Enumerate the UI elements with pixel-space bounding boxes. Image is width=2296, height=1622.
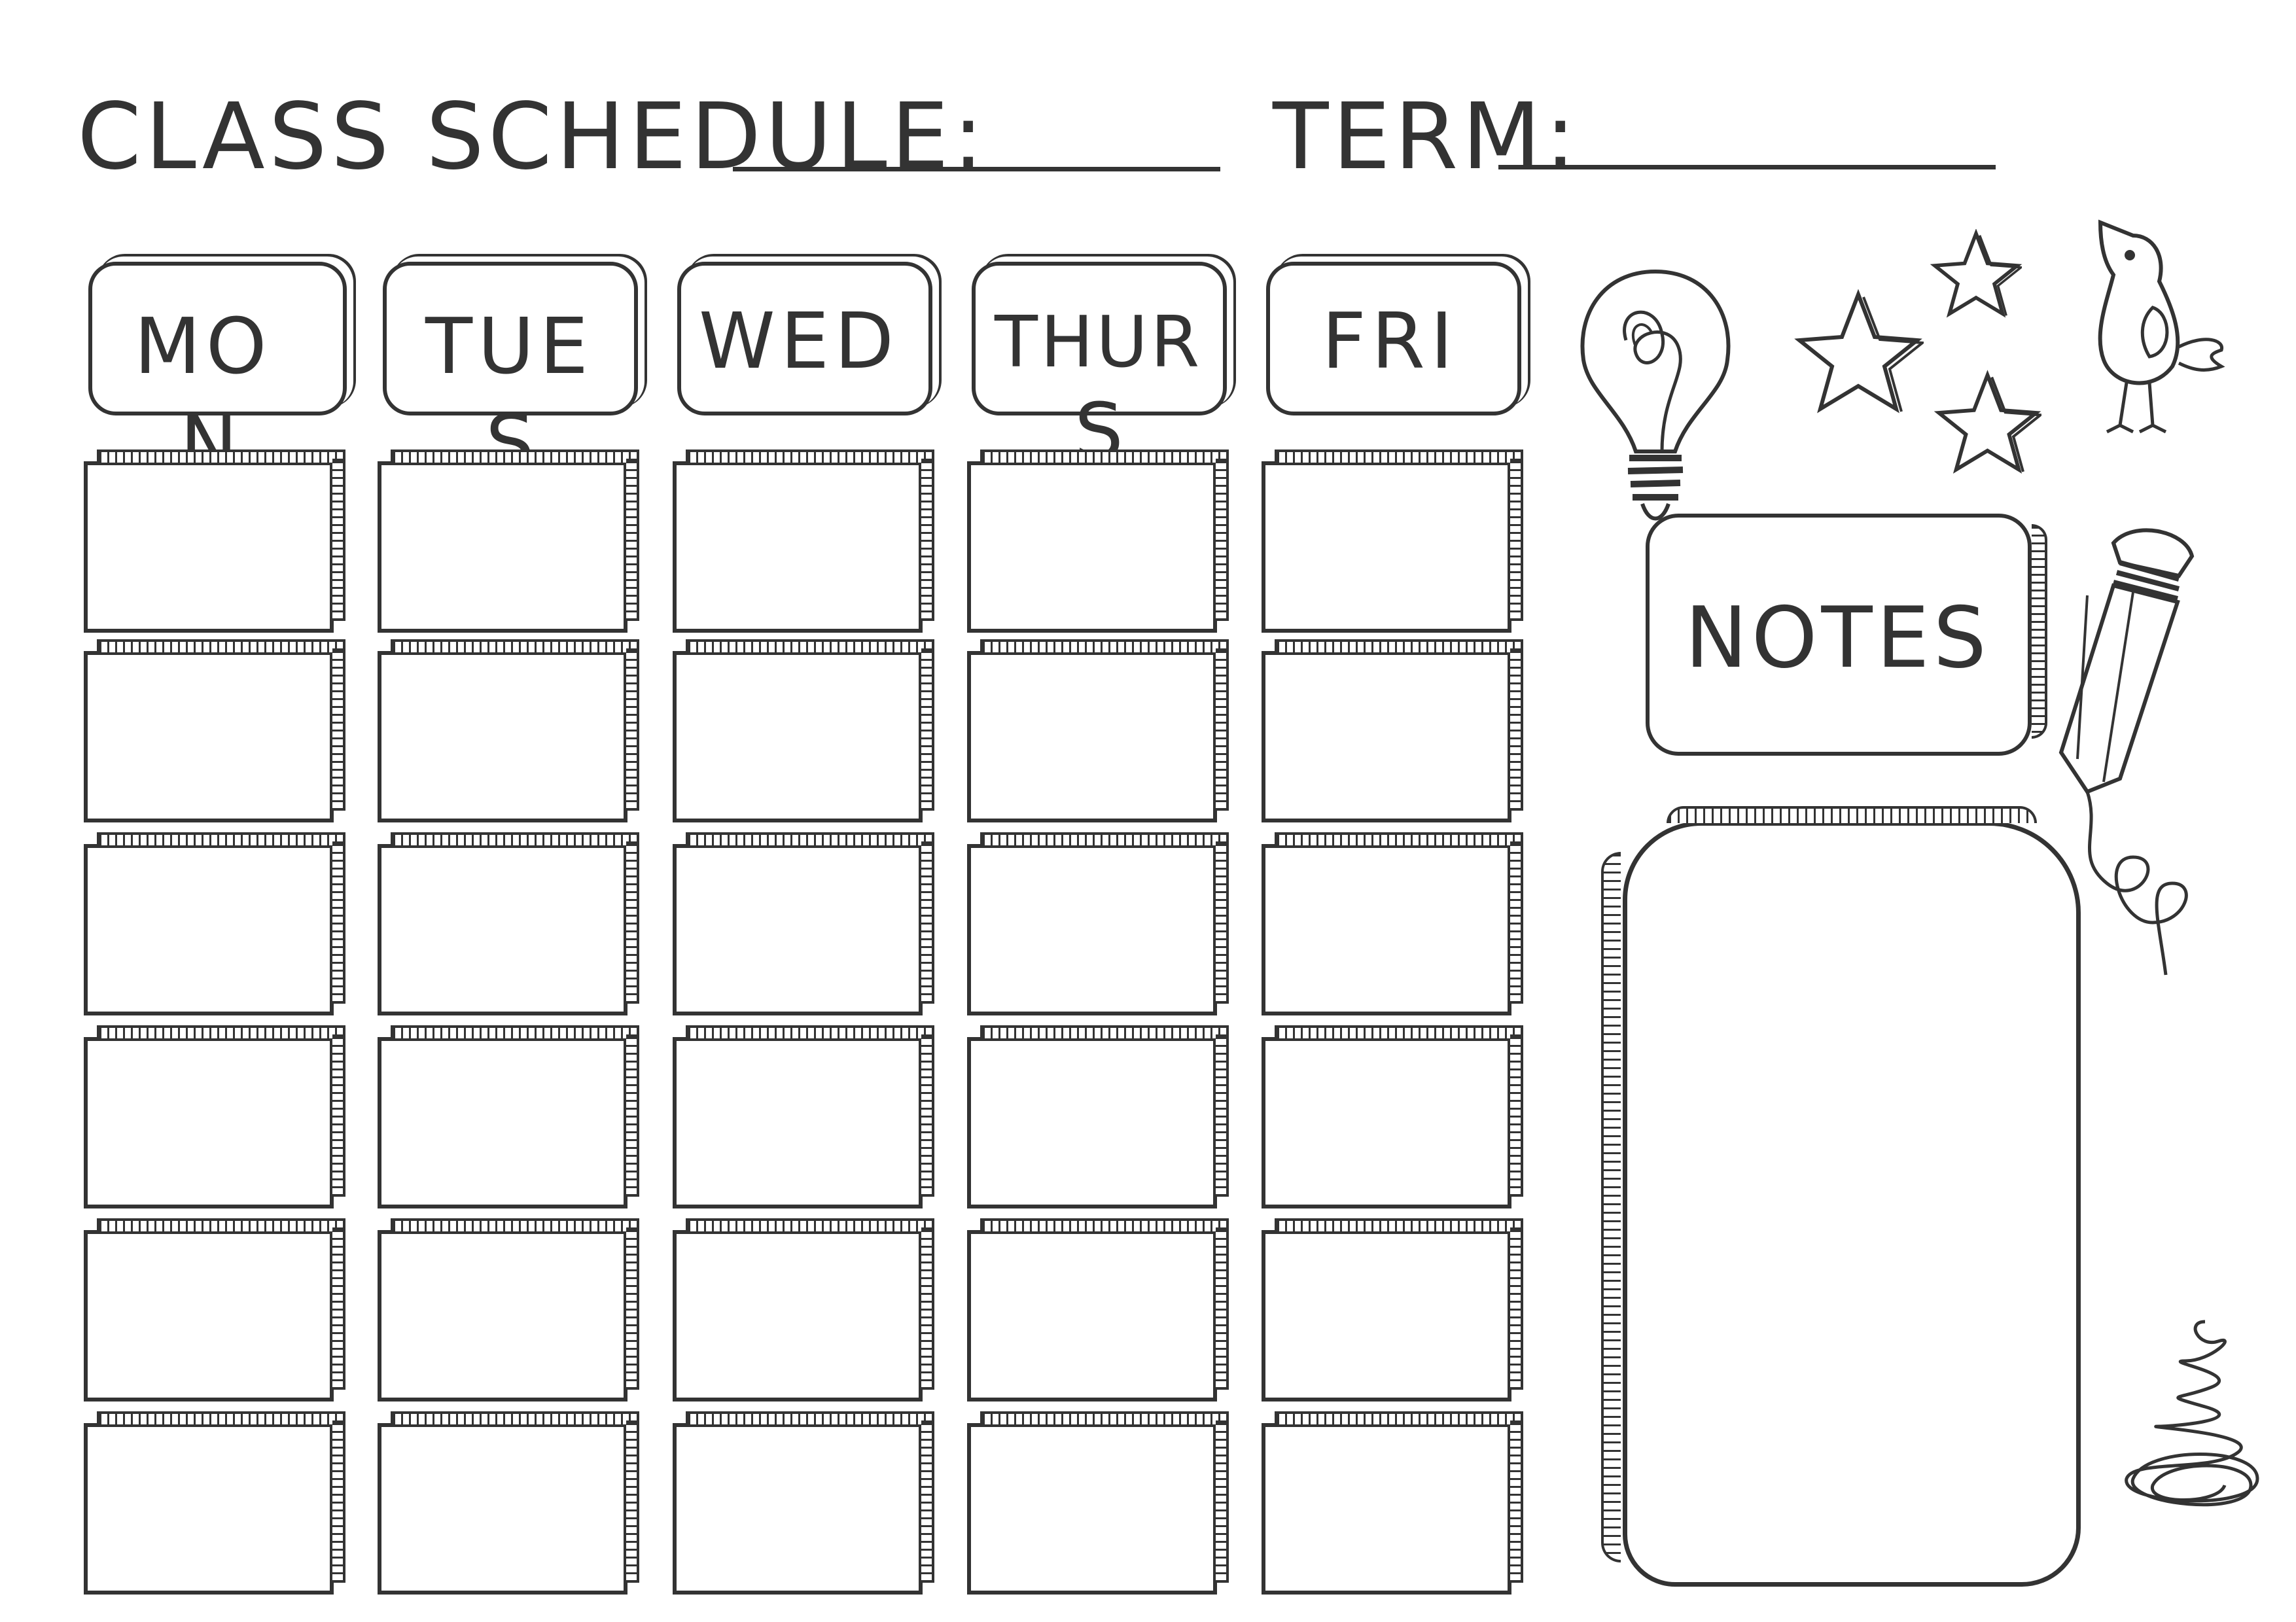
schedule-cell-wed-4[interactable] [673, 1025, 934, 1208]
schedule-cell-thurs-5[interactable] [967, 1218, 1229, 1402]
schedule-cell-thurs-1[interactable] [967, 450, 1229, 633]
schedule-cell-wed-6[interactable] [673, 1411, 934, 1595]
schedule-cell-tues-3[interactable] [378, 832, 639, 1015]
schedule-cell-thurs-2[interactable] [967, 639, 1229, 822]
notes-label: NOTES [1685, 590, 1990, 687]
star-icon [1934, 370, 2041, 474]
day-label-tues: TUE [425, 301, 594, 391]
schedule-cell-wed-5[interactable] [673, 1218, 934, 1402]
term-line[interactable] [1498, 165, 1996, 169]
schedule-cell-fri-3[interactable] [1262, 832, 1523, 1015]
schedule-cell-thurs-4[interactable] [967, 1025, 1229, 1208]
bird-icon [2098, 219, 2225, 434]
schedule-cell-tues-4[interactable] [378, 1025, 639, 1208]
schedule-cell-mon-6[interactable] [84, 1411, 345, 1595]
schedule-cell-wed-2[interactable] [673, 639, 934, 822]
schedule-cell-fri-4[interactable] [1262, 1025, 1523, 1208]
schedule-cell-tues-2[interactable] [378, 639, 639, 822]
day-label-thurs: THUR [995, 302, 1203, 383]
schedule-cell-mon-2[interactable] [84, 639, 345, 822]
schedule-cell-fri-6[interactable] [1262, 1411, 1523, 1595]
schedule-cell-mon-5[interactable] [84, 1218, 345, 1402]
star-icon [1794, 289, 1924, 414]
schedule-cell-tues-5[interactable] [378, 1218, 639, 1402]
schedule-cell-thurs-6[interactable] [967, 1411, 1229, 1595]
schedule-cell-wed-1[interactable] [673, 450, 934, 633]
pencil-icon [2058, 528, 2195, 976]
schedule-cell-mon-3[interactable] [84, 832, 345, 1015]
schedule-cell-mon-1[interactable] [84, 450, 345, 633]
star-icon [1930, 229, 2022, 318]
notes-area[interactable] [1601, 806, 2081, 1587]
schedule-name-line[interactable] [733, 167, 1220, 171]
term-label: TERM: [1273, 84, 1580, 190]
schedule-cell-tues-1[interactable] [378, 450, 639, 633]
schedule-cell-fri-2[interactable] [1262, 639, 1523, 822]
schedule-cell-wed-3[interactable] [673, 832, 934, 1015]
schedule-cell-fri-1[interactable] [1262, 450, 1523, 633]
scribble-icon [2125, 1320, 2259, 1507]
schedule-cell-mon-4[interactable] [84, 1025, 345, 1208]
day-label-mon: MO [134, 301, 272, 391]
day-label-fri: FRI [1322, 296, 1458, 386]
lightbulb-icon [1580, 269, 1731, 521]
schedule-cell-tues-6[interactable] [378, 1411, 639, 1595]
schedule-cell-thurs-3[interactable] [967, 832, 1229, 1015]
day-label-wed: WED [699, 296, 900, 386]
schedule-cell-fri-5[interactable] [1262, 1218, 1523, 1402]
